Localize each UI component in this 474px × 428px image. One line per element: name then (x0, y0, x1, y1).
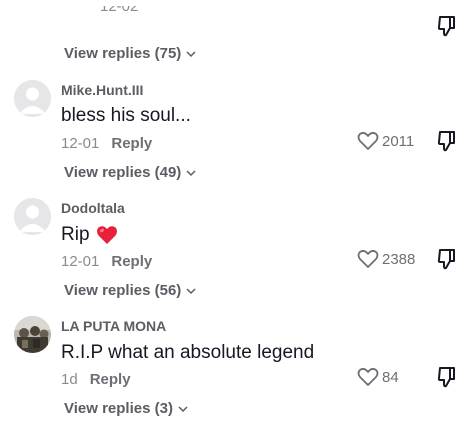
view-replies-label: View replies (3) (64, 400, 173, 417)
like-count: 2388 (382, 250, 416, 268)
view-replies-button[interactable]: View replies (49) (64, 164, 196, 181)
reply-button[interactable]: Reply (111, 253, 152, 270)
view-replies-button[interactable]: View replies (56) (64, 282, 196, 299)
username[interactable]: Mike.Hunt.III (61, 82, 143, 98)
username[interactable]: Dodoltala (61, 200, 125, 216)
comment-text: bless his soul... (61, 105, 191, 127)
comment-text: R.I.P what an absolute legend (61, 342, 314, 364)
chevron-down-icon (178, 405, 188, 412)
reply-button[interactable]: Reply (111, 135, 152, 152)
chevron-down-icon (186, 169, 196, 176)
comment-text-content: Rip (61, 224, 90, 245)
dislike-icon[interactable] (437, 248, 457, 270)
comment-text-content: R.I.P what an absolute legend (61, 342, 315, 363)
username[interactable]: LA PUTA MONA (61, 318, 166, 334)
like-button[interactable]: 2388 (357, 249, 415, 269)
photo-avatar (14, 316, 51, 353)
view-replies-button[interactable]: View replies (3) (64, 400, 188, 417)
dislike-icon[interactable] (437, 366, 457, 388)
avatar[interactable] (14, 80, 51, 117)
comment-date: 12-01 (61, 135, 100, 152)
like-button[interactable]: 2011 (357, 131, 414, 151)
partial-timestamp: 12-02 (100, 0, 139, 15)
comment-meta: 12-01 Reply (61, 253, 152, 270)
default-avatar-icon (14, 80, 51, 117)
heart-outline-icon (357, 249, 379, 268)
comment-text-content: bless his soul... (61, 105, 191, 126)
comment-date: 1d (61, 371, 78, 388)
like-count: 84 (382, 368, 399, 386)
view-replies-label: View replies (49) (64, 164, 182, 181)
dislike-icon[interactable] (437, 130, 457, 152)
chevron-down-icon (186, 50, 196, 57)
comment-meta: 12-01 Reply (61, 135, 152, 152)
view-replies-label: View replies (56) (64, 282, 182, 299)
like-button[interactable]: 84 (357, 367, 399, 387)
avatar[interactable] (14, 316, 51, 353)
red-heart-emoji (96, 226, 117, 244)
reply-button[interactable]: Reply (90, 371, 131, 388)
default-avatar-icon (14, 198, 51, 235)
like-count: 2011 (382, 132, 415, 150)
comment-meta: 1d Reply (61, 371, 131, 388)
view-replies-button[interactable]: View replies (75) (64, 45, 196, 62)
comment-text: Rip (61, 224, 118, 246)
dislike-icon[interactable] (437, 15, 457, 37)
chevron-down-icon (186, 287, 196, 294)
heart-outline-icon (357, 131, 379, 150)
heart-outline-icon (357, 367, 379, 386)
comment-date: 12-01 (61, 253, 100, 270)
avatar[interactable] (14, 198, 51, 235)
view-replies-label: View replies (75) (64, 45, 182, 62)
